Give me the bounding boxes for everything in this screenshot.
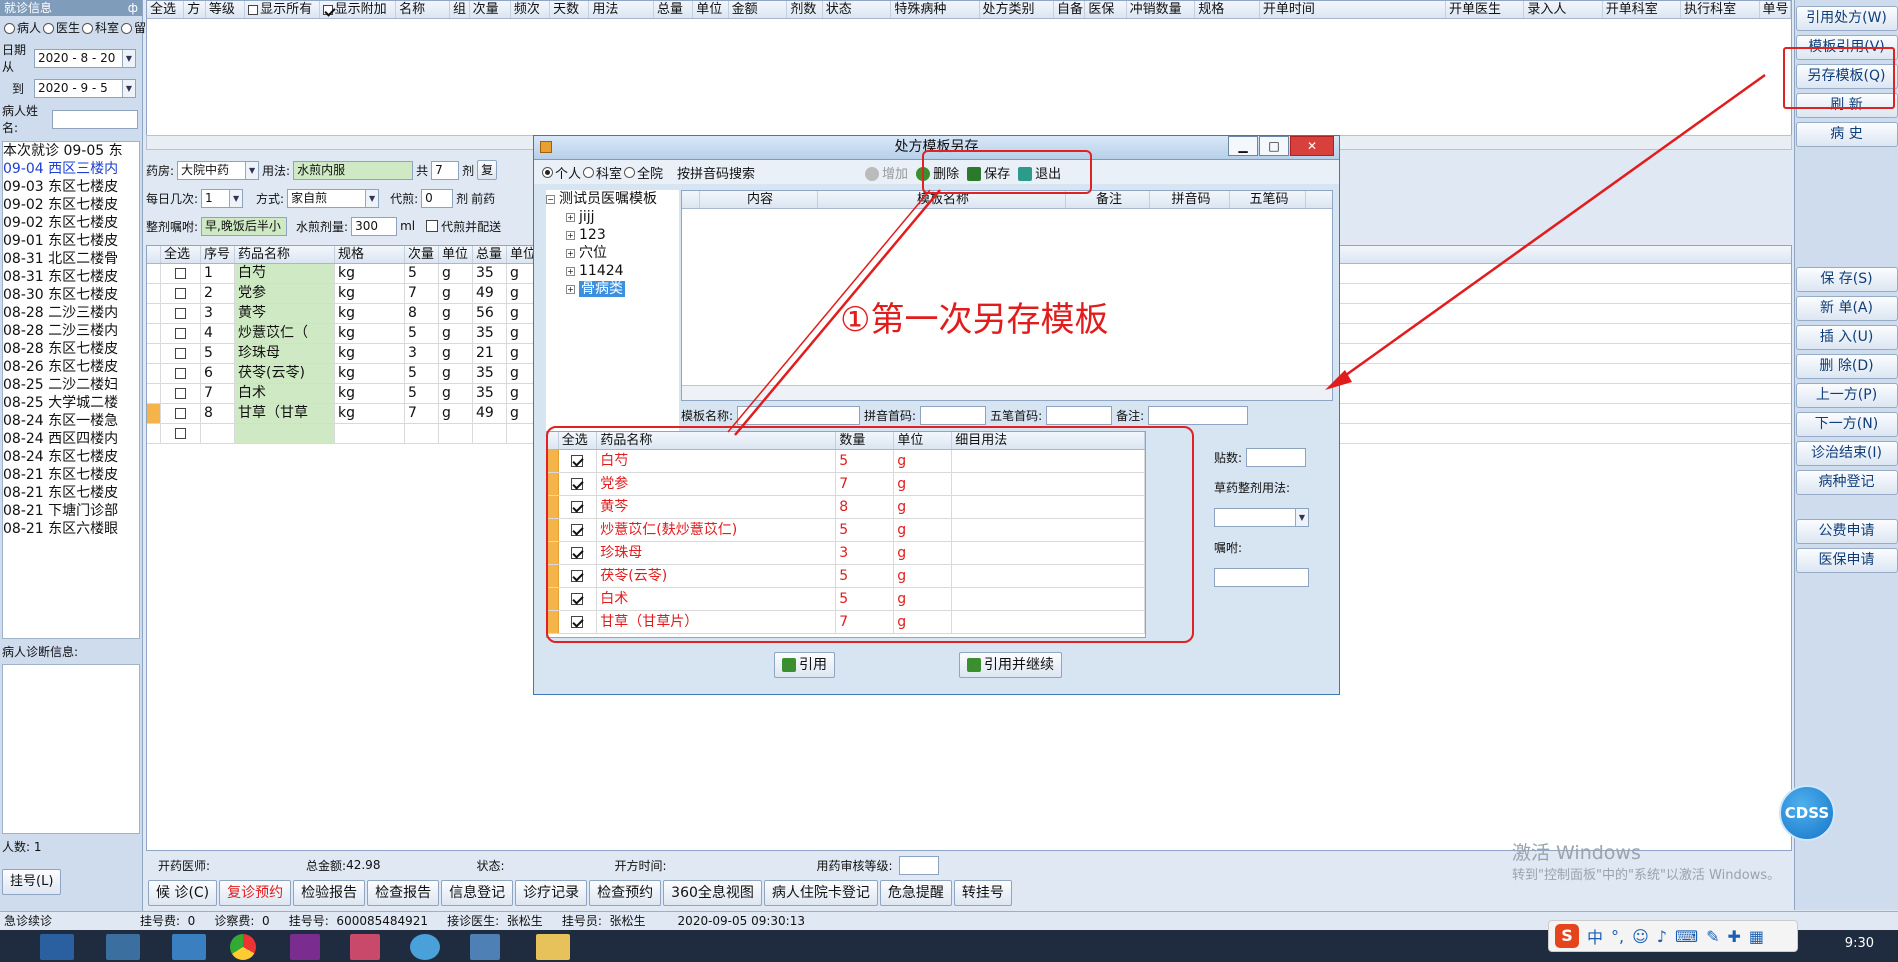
mic-icon[interactable]: ♪ bbox=[1657, 927, 1667, 946]
punctuation-icon[interactable]: °, bbox=[1611, 927, 1624, 946]
skin-icon[interactable]: ✚ bbox=[1728, 927, 1741, 946]
sogou-icon[interactable]: S bbox=[1555, 924, 1579, 948]
taskbar-explorer-icon[interactable] bbox=[106, 934, 140, 960]
taskbar-app6-icon[interactable] bbox=[470, 934, 500, 960]
taskbar-app-icon[interactable] bbox=[40, 934, 74, 960]
keyboard-icon[interactable]: ⌨ bbox=[1675, 927, 1698, 946]
clock[interactable]: 9:30 bbox=[1845, 936, 1874, 951]
taskbar-app5-icon[interactable] bbox=[410, 934, 440, 960]
grid-icon[interactable]: ▦ bbox=[1749, 927, 1764, 946]
taskbar-app3-icon[interactable] bbox=[290, 934, 320, 960]
annotation-arrows bbox=[727, 73, 1766, 436]
taskbar-app4-icon[interactable] bbox=[350, 934, 380, 960]
emoji-icon[interactable]: ☺ bbox=[1632, 927, 1649, 946]
ime-bar: S 中 °, ☺ ♪ ⌨ ✎ ✚ ▦ bbox=[1548, 920, 1798, 952]
chrome-icon[interactable] bbox=[230, 934, 256, 960]
taskbar-app2-icon[interactable] bbox=[172, 934, 206, 960]
tools-icon[interactable]: ✎ bbox=[1706, 927, 1719, 946]
folder-icon[interactable] bbox=[536, 934, 570, 960]
ime-mode[interactable]: 中 bbox=[1587, 924, 1603, 948]
